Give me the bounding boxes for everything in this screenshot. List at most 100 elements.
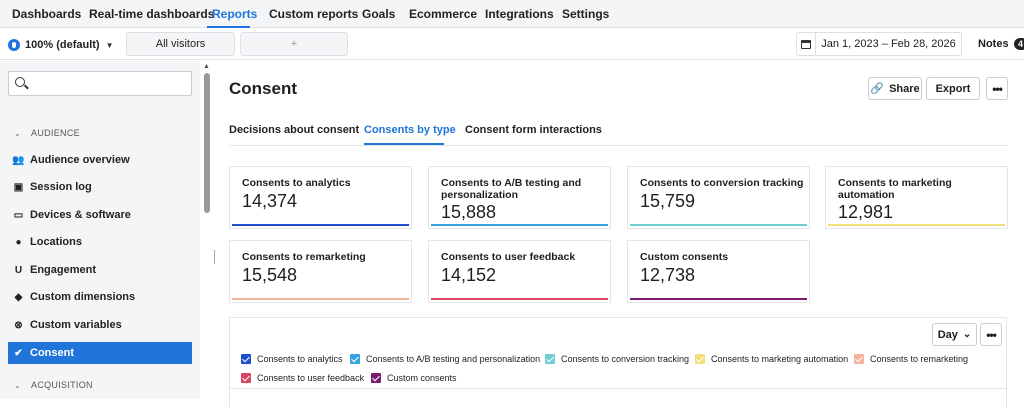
checkbox-icon[interactable] xyxy=(241,354,251,364)
segment-all-visitors[interactable]: All visitors xyxy=(126,32,235,56)
metric-card-remarketing[interactable]: Consents to remarketing 15,548 xyxy=(229,240,412,303)
device-icon: ▭ xyxy=(13,209,24,221)
add-segment-button[interactable]: + xyxy=(240,32,348,56)
sidebar-item-custom-dimensions[interactable]: ◆ Custom dimensions xyxy=(8,286,192,308)
legend-label: Consents to remarketing xyxy=(870,354,969,364)
card-color-bar xyxy=(232,298,409,300)
card-label: Consents to marketing automation xyxy=(838,177,952,201)
sidebar-item-devices-software[interactable]: ▭ Devices & software xyxy=(8,204,192,226)
card-label: Consents to remarketing xyxy=(242,251,366,263)
legend-item[interactable]: Consents to remarketing xyxy=(854,354,968,364)
nav-active-indicator xyxy=(207,26,250,28)
share-label: Share xyxy=(889,82,920,95)
legend-item[interactable]: Consents to user feedback xyxy=(241,373,364,383)
site-selector[interactable]: 100% (default) ▼ xyxy=(8,35,114,55)
sidebar-item-audience-overview[interactable]: 👥 Audience overview xyxy=(8,149,192,171)
sidebar: ⌄ AUDIENCE 👥 Audience overview ▣ Session… xyxy=(0,61,200,399)
legend-item[interactable]: Consents to A/B testing and personalizat… xyxy=(350,354,540,364)
sidebar-item-label: Custom variables xyxy=(30,319,122,331)
check-circle-icon: ✔ xyxy=(14,347,23,359)
page-title: Consent xyxy=(229,79,297,98)
tab-divider xyxy=(229,145,1007,146)
session-log-icon: ▣ xyxy=(13,181,24,193)
scrollbar-thumb[interactable] xyxy=(204,73,210,213)
card-color-bar xyxy=(431,298,608,300)
nav-dashboards[interactable]: Dashboards xyxy=(12,7,81,21)
section-acquisition-label: ACQUISITION xyxy=(31,380,93,390)
legend-item[interactable]: Consents to marketing automation xyxy=(695,354,848,364)
sidebar-search-input[interactable] xyxy=(8,71,192,96)
tab-consent-form-interactions[interactable]: Consent form interactions xyxy=(465,124,602,136)
nav-reports[interactable]: Reports xyxy=(212,7,257,21)
card-color-bar xyxy=(630,298,807,300)
nav-goals[interactable]: Goals xyxy=(362,7,395,21)
interval-label: Day xyxy=(937,328,958,341)
magnet-icon: U xyxy=(14,264,23,276)
sidebar-scrollbar[interactable]: ▲ xyxy=(203,61,211,399)
card-color-bar xyxy=(232,224,409,226)
date-picker-button[interactable] xyxy=(796,32,816,56)
legend-label: Consents to A/B testing and personalizat… xyxy=(366,354,541,364)
metric-card-conversion-tracking[interactable]: Consents to conversion tracking 15,759 xyxy=(627,166,810,229)
report-toolbar: 100% (default) ▼ All visitors + Jan 1, 2… xyxy=(0,29,1024,60)
card-label: Consents to analytics xyxy=(242,177,351,189)
card-value: 12,738 xyxy=(640,265,696,285)
share-button[interactable]: 🔗 Share xyxy=(868,77,922,100)
checkbox-icon[interactable] xyxy=(545,354,555,364)
location-pin-icon: ● xyxy=(15,236,22,248)
chevron-down-icon: ⌄ xyxy=(14,380,22,390)
metric-card-custom-consents[interactable]: Custom consents 12,738 xyxy=(627,240,810,303)
checkbox-icon[interactable] xyxy=(695,354,705,364)
sidebar-item-locations[interactable]: ● Locations xyxy=(8,231,192,253)
scroll-up-icon[interactable]: ▲ xyxy=(203,63,210,70)
legend-item[interactable]: Custom consents xyxy=(371,373,457,383)
card-label: Custom consents xyxy=(640,251,729,263)
legend-item[interactable]: Consents to conversion tracking xyxy=(545,354,689,364)
checkbox-icon[interactable] xyxy=(241,373,251,383)
date-range-field[interactable]: Jan 1, 2023 – Feb 28, 2026 xyxy=(815,32,962,56)
interval-select[interactable]: Day ⌄ xyxy=(932,323,977,346)
card-label: Consents to conversion tracking xyxy=(640,177,804,189)
metric-card-analytics[interactable]: Consents to analytics 14,374 xyxy=(229,166,412,229)
more-options-icon[interactable]: ••• xyxy=(986,77,1008,100)
checkbox-icon[interactable] xyxy=(854,354,864,364)
nav-settings[interactable]: Settings xyxy=(562,7,609,21)
metric-card-marketing-automation[interactable]: Consents to marketing automation 12,981 xyxy=(825,166,1008,229)
notes-label: Notes xyxy=(978,38,1009,50)
legend-item[interactable]: Consents to analytics xyxy=(241,354,343,364)
sidebar-item-engagement[interactable]: U Engagement xyxy=(8,259,192,281)
notes-button[interactable]: Notes 4 xyxy=(978,38,1024,50)
sidebar-item-label: Audience overview xyxy=(30,154,130,166)
chart-divider xyxy=(230,388,1006,389)
people-icon: 👥 xyxy=(12,154,25,166)
legend-label: Consents to user feedback xyxy=(257,373,365,383)
export-button[interactable]: Export xyxy=(926,77,980,100)
card-value: 15,759 xyxy=(640,191,696,211)
top-navigation: Dashboards Real-time dashboards Reports … xyxy=(0,0,1024,28)
calendar-icon xyxy=(801,39,811,49)
legend-label: Consents to conversion tracking xyxy=(561,354,690,364)
sidebar-resize-handle[interactable] xyxy=(214,250,216,264)
chart-more-options-icon[interactable]: ••• xyxy=(980,323,1002,346)
sidebar-item-session-log[interactable]: ▣ Session log xyxy=(8,176,192,198)
card-label: Consents to A/B testing and personalizat… xyxy=(441,177,582,201)
nav-realtime-dashboards[interactable]: Real-time dashboards xyxy=(89,7,214,21)
card-value: 15,888 xyxy=(441,202,497,222)
sidebar-item-custom-variables[interactable]: ⊗ Custom variables xyxy=(8,314,192,336)
section-acquisition[interactable]: ⌄ ACQUISITION xyxy=(14,380,93,390)
nav-custom-reports[interactable]: Custom reports xyxy=(269,7,358,21)
legend-label: Custom consents xyxy=(387,373,457,383)
section-audience[interactable]: ⌄ AUDIENCE xyxy=(14,128,80,138)
checkbox-icon[interactable] xyxy=(350,354,360,364)
legend-label: Consents to marketing automation xyxy=(711,354,849,364)
metric-card-user-feedback[interactable]: Consents to user feedback 14,152 xyxy=(428,240,611,303)
nav-integrations[interactable]: Integrations xyxy=(485,7,554,21)
card-color-bar xyxy=(828,224,1005,226)
card-value: 14,374 xyxy=(242,191,298,211)
tab-consents-by-type[interactable]: Consents by type xyxy=(364,124,456,136)
tab-decisions-about-consent[interactable]: Decisions about consent xyxy=(229,124,359,136)
nav-ecommerce[interactable]: Ecommerce xyxy=(409,7,477,21)
sidebar-item-consent[interactable]: ✔ Consent xyxy=(8,342,192,364)
metric-card-ab-testing[interactable]: Consents to A/B testing and personalizat… xyxy=(428,166,611,229)
checkbox-icon[interactable] xyxy=(371,373,381,383)
